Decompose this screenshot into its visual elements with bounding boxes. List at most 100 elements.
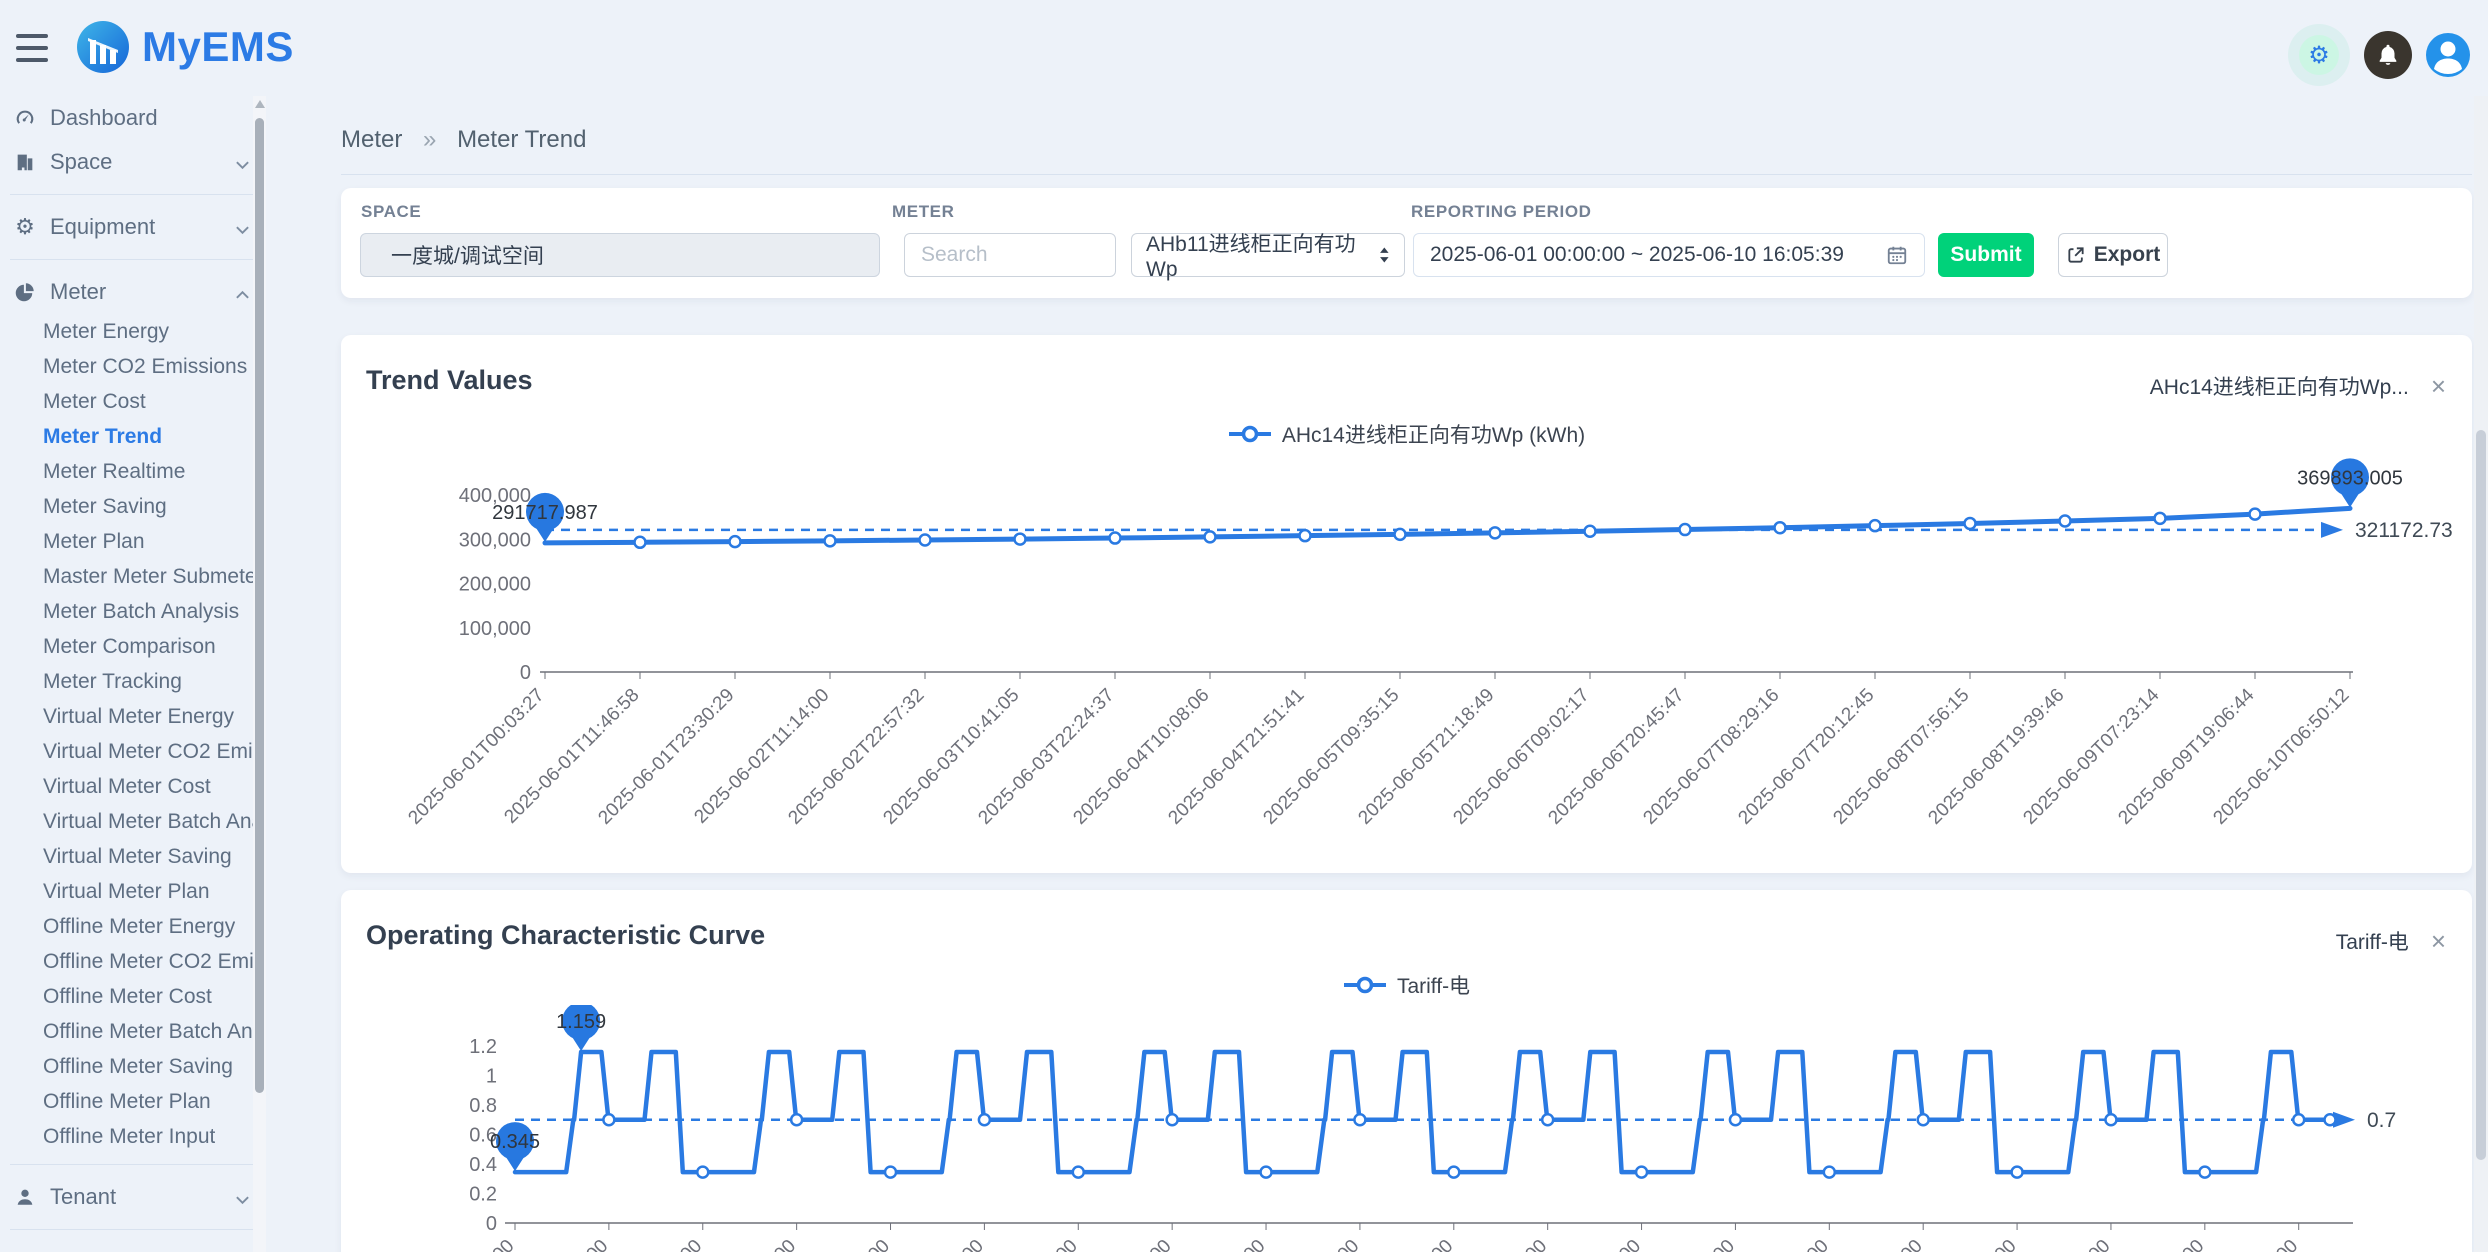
scroll-up-arrow-icon[interactable] [255, 100, 265, 108]
select-updown-icon [1379, 246, 1390, 264]
occ-series-selector[interactable]: Tariff-电 [2336, 926, 2409, 956]
trend-series-selector[interactable]: AHc14进线柜正向有功Wp... [2150, 371, 2409, 401]
svg-text:1.159: 1.159 [556, 1011, 606, 1033]
meter-search-input[interactable] [904, 233, 1116, 277]
sidebar-navigation: DashboardSpace ⚙Equipment MeterMeter Energ… [0, 96, 266, 1252]
sidebar-item-meter-tracking[interactable]: Meter Tracking [0, 664, 266, 699]
breadcrumb-separator: » [423, 126, 436, 153]
sidebar-item-offline-meter-input[interactable]: Offline Meter Input [0, 1119, 266, 1154]
submit-button[interactable]: Submit [1938, 233, 2034, 277]
sidebar-item-virtual-meter-plan[interactable]: Virtual Meter Plan [0, 874, 266, 909]
svg-text:0.2: 0.2 [469, 1184, 497, 1206]
trend-legend[interactable]: AHc14进线柜正向有功Wp (kWh) [341, 419, 2472, 449]
gauge-icon [14, 107, 36, 129]
sidebar-item-master-meter-submeters-balance[interactable]: Master Meter Submeters Balance [0, 559, 266, 594]
trend-chart[interactable]: 400,000300,000200,000100,00002025-06-01T… [341, 455, 2472, 873]
trend-legend-label: AHc14进线柜正向有功Wp (kWh) [1282, 419, 1585, 449]
brand-name: MyEMS [142, 23, 294, 71]
sidebar-item-meter-plan[interactable]: Meter Plan [0, 524, 266, 559]
meter-label: METER [892, 202, 955, 222]
page-scrollbar[interactable] [2474, 96, 2488, 1252]
sidebar-divider [10, 1164, 256, 1165]
breadcrumb-meter[interactable]: Meter [341, 126, 402, 153]
chevron-down-icon [235, 222, 250, 240]
legend-line-marker-icon [1343, 976, 1387, 994]
occ-close-icon[interactable]: × [2431, 928, 2446, 954]
sidebar-item-virtual-meter-energy[interactable]: Virtual Meter Energy [0, 699, 266, 734]
svg-text:0: 0 [486, 1213, 497, 1235]
gear-icon: ⚙ [14, 216, 36, 238]
sidebar-item-virtual-meter-cost[interactable]: Virtual Meter Cost [0, 769, 266, 804]
user-icon [2426, 33, 2470, 77]
sidebar-item-virtual-meter-saving[interactable]: Virtual Meter Saving [0, 839, 266, 874]
chevron-down-icon [235, 157, 250, 175]
space-value: 一度城/调试空间 [391, 240, 544, 270]
meter-select[interactable]: AHb11进线柜正向有功Wp [1131, 233, 1405, 277]
sidebar-item-meter-cost[interactable]: Meter Cost [0, 384, 266, 419]
sidebar-item-equipment[interactable]: ⚙Equipment [0, 205, 266, 249]
sidebar-item-dashboard[interactable]: Dashboard [0, 96, 266, 140]
sidebar-item-space[interactable]: Space [0, 140, 266, 184]
sidebar-item-offline-meter-cost[interactable]: Offline Meter Cost [0, 979, 266, 1014]
trend-close-icon[interactable]: × [2431, 373, 2446, 399]
sidebar-item-tenant[interactable]: Tenant [0, 1175, 266, 1219]
sidebar-item-offline-meter-batch-analysis[interactable]: Offline Meter Batch Analysis [0, 1014, 266, 1049]
breadcrumb: Meter » Meter Trend [341, 126, 2472, 175]
settings-gear-icon: ⚙ [2299, 35, 2339, 75]
svg-text:300,000: 300,000 [459, 529, 531, 551]
filter-card: SPACE 一度城/调试空间 METER AHb11进线柜正向有功Wp REPO… [341, 188, 2472, 298]
settings-button[interactable]: ⚙ [2288, 24, 2350, 86]
sidebar-item-offline-meter-plan[interactable]: Offline Meter Plan [0, 1084, 266, 1119]
svg-text:0.345: 0.345 [490, 1131, 540, 1153]
sidebar-item-meter-co2-emissions[interactable]: Meter CO2 Emissions [0, 349, 266, 384]
user-avatar[interactable] [2426, 33, 2470, 77]
sidebar-item-virtual-meter-batch-analysis[interactable]: Virtual Meter Batch Analysis [0, 804, 266, 839]
sidebar-item-meter[interactable]: Meter [0, 270, 266, 314]
top-header: MyEMS ⚙ [0, 0, 2488, 96]
export-button[interactable]: Export [2058, 233, 2168, 277]
svg-text:1: 1 [486, 1066, 497, 1088]
sidebar-divider [10, 1229, 256, 1230]
occ-chart[interactable]: 1.210.80.60.40.202025-06-01T00:00:002025… [341, 1005, 2472, 1252]
reporting-period-picker[interactable]: 2025-06-01 00:00:00 ~ 2025-06-10 16:05:3… [1413, 233, 1925, 277]
person-icon [14, 1186, 36, 1208]
svg-text:369893.005: 369893.005 [2297, 467, 2403, 489]
sidebar-item-meter-saving[interactable]: Meter Saving [0, 489, 266, 524]
notifications-button[interactable] [2364, 31, 2412, 79]
page-scrollbar-thumb[interactable] [2476, 430, 2486, 1160]
main-content: Meter » Meter Trend SPACE 一度城/调试空间 METER… [266, 96, 2474, 1252]
operating-characteristic-card: Operating Characteristic Curve Tariff-电 … [341, 890, 2472, 1252]
sidebar-divider [10, 194, 256, 195]
svg-text:2025-06-01T00:00:00: 2025-06-01T00:00:00 [374, 1236, 518, 1252]
sidebar-item-meter-comparison[interactable]: Meter Comparison [0, 629, 266, 664]
myems-logo[interactable]: MyEMS [76, 20, 294, 74]
export-icon [2066, 245, 2086, 265]
occ-title: Operating Characteristic Curve [366, 920, 765, 951]
sidebar-item-meter-trend[interactable]: Meter Trend [0, 419, 266, 454]
space-cascader[interactable]: 一度城/调试空间 [360, 233, 880, 277]
occ-legend[interactable]: Tariff-电 [341, 970, 2472, 1000]
reporting-period-value: 2025-06-01 00:00:00 ~ 2025-06-10 16:05:3… [1430, 243, 1844, 267]
svg-text:1.2: 1.2 [469, 1036, 497, 1058]
svg-text:0.4: 0.4 [469, 1154, 497, 1176]
sidebar-item-meter-energy[interactable]: Meter Energy [0, 314, 266, 349]
hamburger-menu-icon[interactable] [16, 34, 50, 62]
myems-app: { "header": { "brand": "MyEMS" }, "topba… [0, 0, 2488, 1252]
bell-icon [2375, 42, 2401, 68]
sidebar-item-offline-meter-saving[interactable]: Offline Meter Saving [0, 1049, 266, 1084]
legend-line-marker-icon [1228, 425, 1272, 443]
svg-text:0: 0 [520, 662, 531, 684]
sidebar-item-meter-batch-analysis[interactable]: Meter Batch Analysis [0, 594, 266, 629]
sidebar-scrollbar[interactable] [253, 96, 266, 1252]
sidebar-item-offline-meter-energy[interactable]: Offline Meter Energy [0, 909, 266, 944]
sidebar-item-offline-meter-co2-emissions[interactable]: Offline Meter CO2 Emissions [0, 944, 266, 979]
svg-text:0.8: 0.8 [469, 1095, 497, 1117]
building-icon [14, 151, 36, 173]
sidebar-scrollbar-thumb[interactable] [255, 118, 264, 1093]
calendar-icon [1886, 244, 1908, 266]
svg-text:0.7: 0.7 [2367, 1109, 2396, 1132]
sidebar-divider [10, 259, 256, 260]
sidebar-item-virtual-meter-co2-emissions[interactable]: Virtual Meter CO2 Emissions [0, 734, 266, 769]
chevron-up-icon [235, 287, 250, 305]
sidebar-item-meter-realtime[interactable]: Meter Realtime [0, 454, 266, 489]
